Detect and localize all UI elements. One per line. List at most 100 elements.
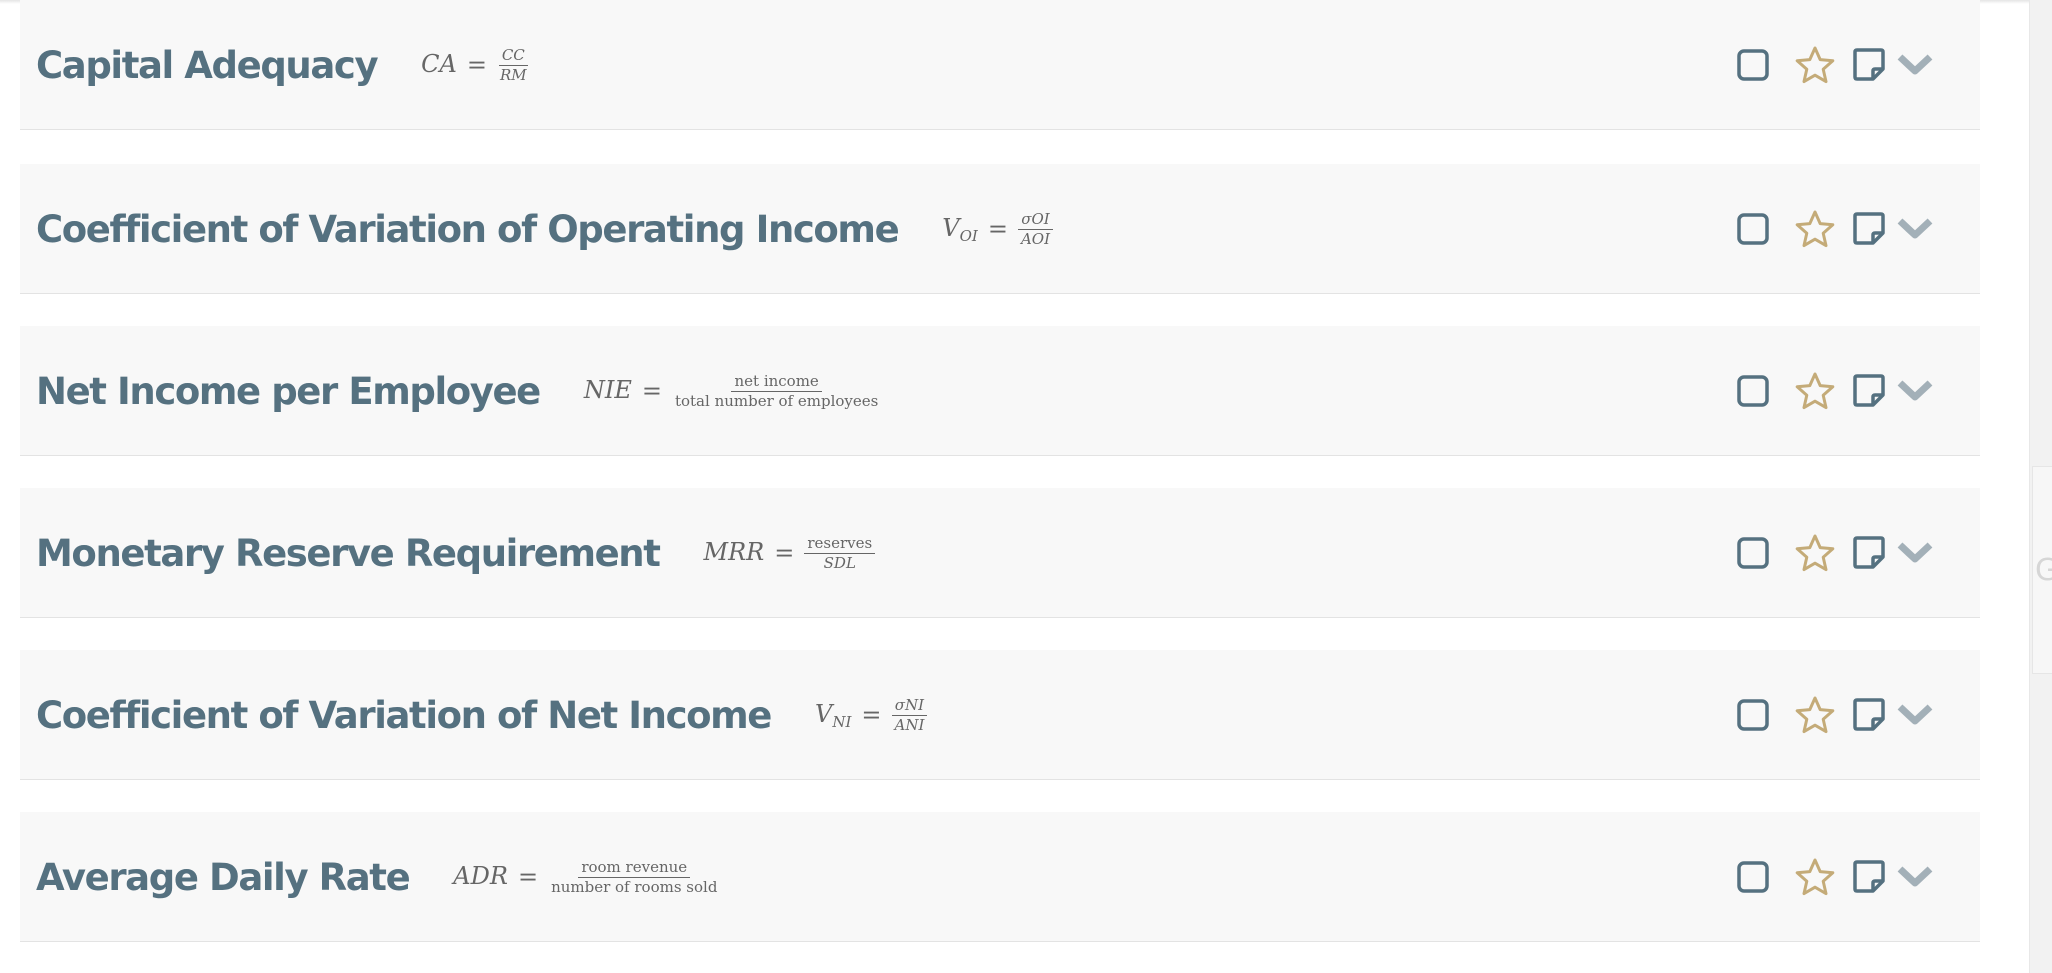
metric-title-text: Coefficient of Variation of Net Income (36, 693, 772, 737)
expand-button[interactable] (1892, 198, 1938, 260)
formula-denominator: SDL (823, 553, 856, 572)
metric-title-text: Average Daily Rate (36, 855, 411, 899)
formula-denominator: RM (499, 65, 527, 84)
card-actions (1722, 812, 1938, 942)
chevron-down-icon (1897, 542, 1933, 563)
note-icon (1853, 860, 1885, 893)
chevron-down-icon (1897, 54, 1933, 75)
metric-card[interactable]: Coefficient of Variation of Net Income V… (20, 650, 1980, 780)
checkbox-icon (1737, 861, 1769, 893)
metric-formula: NIE = net income total number of employe… (584, 372, 881, 411)
chevron-down-icon (1897, 380, 1933, 401)
star-icon (1795, 696, 1835, 734)
star-icon (1795, 534, 1835, 572)
favorite-button[interactable] (1784, 34, 1846, 96)
metric-card[interactable]: Monetary Reserve Requirement MRR = reser… (20, 488, 1980, 618)
favorite-button[interactable] (1784, 198, 1846, 260)
checkbox-icon (1737, 375, 1769, 407)
metric-card[interactable]: Net Income per Employee NIE = net income… (20, 326, 1980, 456)
favorite-button[interactable] (1784, 522, 1846, 584)
card-actions (1722, 164, 1938, 294)
formula-fraction: σOI AOI (1018, 210, 1053, 249)
select-checkbox[interactable] (1722, 846, 1784, 908)
formula-lhs: CA (421, 49, 457, 78)
star-icon (1795, 46, 1835, 84)
formula-fraction: CC RM (497, 46, 530, 85)
metric-title: Coefficient of Variation of Net Income V… (36, 650, 928, 780)
star-icon (1795, 372, 1835, 410)
note-button[interactable] (1846, 360, 1892, 422)
metric-card[interactable]: Average Daily Rate ADR = room revenue nu… (20, 812, 1980, 942)
formula-numerator: σOI (1018, 210, 1053, 230)
checkbox-icon (1737, 537, 1769, 569)
star-icon (1795, 858, 1835, 896)
formula-equals: = (774, 539, 795, 567)
metric-title: Coefficient of Variation of Operating In… (36, 164, 1053, 294)
expand-button[interactable] (1892, 846, 1938, 908)
formula-numerator: CC (498, 46, 528, 66)
note-button[interactable] (1846, 846, 1892, 908)
formula-denominator: AOI (1020, 229, 1051, 248)
select-checkbox[interactable] (1722, 34, 1784, 96)
formula-equals: = (987, 215, 1008, 243)
card-actions (1722, 326, 1938, 456)
note-icon (1853, 698, 1885, 731)
side-panel-peek-text: G (2035, 553, 2052, 588)
note-button[interactable] (1846, 522, 1892, 584)
formula-denominator: number of rooms sold (551, 877, 718, 896)
formula-equals: = (641, 377, 662, 405)
formula-equals: = (466, 51, 487, 79)
note-button[interactable] (1846, 198, 1892, 260)
select-checkbox[interactable] (1722, 360, 1784, 422)
note-icon (1853, 374, 1885, 407)
checkbox-icon (1737, 213, 1769, 245)
metric-title-text: Coefficient of Variation of Operating In… (36, 207, 900, 251)
star-icon (1795, 210, 1835, 248)
formula-lhs: MRR (703, 537, 765, 566)
note-button[interactable] (1846, 34, 1892, 96)
metric-title: Capital Adequacy CA = CC RM (36, 0, 530, 130)
expand-button[interactable] (1892, 522, 1938, 584)
metric-title: Monetary Reserve Requirement MRR = reser… (36, 488, 876, 618)
formula-equals: = (861, 701, 882, 729)
favorite-button[interactable] (1784, 684, 1846, 746)
chevron-down-icon (1897, 704, 1933, 725)
metric-title: Average Daily Rate ADR = room revenue nu… (36, 812, 720, 942)
formula-fraction: reserves SDL (804, 534, 876, 573)
select-checkbox[interactable] (1722, 522, 1784, 584)
checkbox-icon (1737, 699, 1769, 731)
favorite-button[interactable] (1784, 360, 1846, 422)
metric-formula: VNI = σNI ANI (815, 696, 928, 735)
select-checkbox[interactable] (1722, 684, 1784, 746)
formula-denominator: total number of employees (674, 391, 879, 410)
metric-formula: ADR = room revenue number of rooms sold (453, 858, 720, 897)
metrics-page: Capital Adequacy CA = CC RM Coefficient … (0, 0, 2052, 973)
metric-title-text: Net Income per Employee (36, 369, 541, 413)
metric-card[interactable]: Coefficient of Variation of Operating In… (20, 164, 1980, 294)
note-icon (1853, 536, 1885, 569)
metric-formula: VOI = σOI AOI (942, 210, 1053, 249)
card-actions (1722, 650, 1938, 780)
favorite-button[interactable] (1784, 846, 1846, 908)
expand-button[interactable] (1892, 34, 1938, 96)
formula-fraction: net income total number of employees (672, 372, 881, 411)
formula-numerator: room revenue (578, 858, 691, 878)
formula-fraction: σNI ANI (891, 696, 928, 735)
formula-equals: = (517, 863, 539, 891)
formula-numerator: reserves (804, 534, 876, 554)
formula-lhs: NIE (583, 375, 632, 404)
note-button[interactable] (1846, 684, 1892, 746)
formula-numerator: σNI (891, 696, 928, 716)
metric-card[interactable]: Capital Adequacy CA = CC RM (20, 0, 1980, 130)
metric-title-text: Monetary Reserve Requirement (36, 531, 661, 575)
chevron-down-icon (1897, 218, 1933, 239)
checkbox-icon (1737, 49, 1769, 81)
select-checkbox[interactable] (1722, 198, 1784, 260)
note-icon (1853, 48, 1885, 81)
card-actions (1722, 0, 1938, 130)
formula-numerator: net income (731, 372, 822, 392)
side-panel-peek[interactable]: G (2032, 466, 2052, 674)
expand-button[interactable] (1892, 684, 1938, 746)
expand-button[interactable] (1892, 360, 1938, 422)
metric-formula: CA = CC RM (421, 46, 529, 85)
